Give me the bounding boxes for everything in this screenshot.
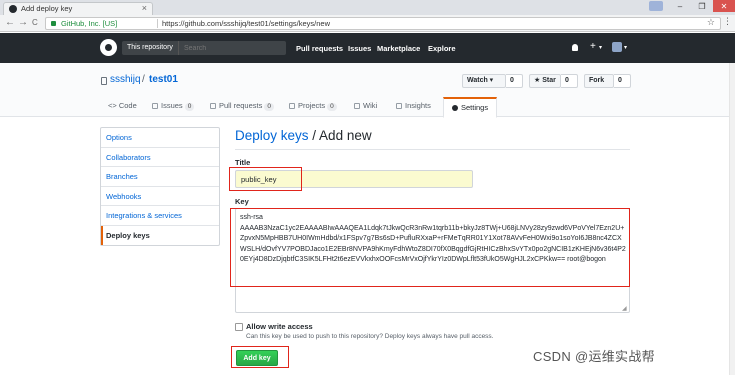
tab-projects[interactable]: Projects 0: [289, 97, 337, 117]
projects-count: 0: [327, 103, 337, 111]
pulls-count: 0: [264, 103, 274, 111]
gear-icon: [452, 105, 458, 111]
forward-icon[interactable]: →: [18, 17, 28, 28]
browser-menu-icon[interactable]: ⋮: [723, 16, 732, 27]
search-scope-label: This repository: [122, 41, 179, 55]
github-favicon-icon: [9, 5, 17, 13]
fork-count[interactable]: 0: [614, 74, 631, 88]
tab-code[interactable]: <> Code: [108, 97, 137, 117]
watermark: CSDN @运维实战帮: [533, 349, 655, 364]
tab-close-icon[interactable]: ×: [142, 3, 147, 13]
project-icon: [289, 103, 295, 109]
close-window-button[interactable]: ✕: [713, 0, 735, 12]
maximize-button[interactable]: ❐: [691, 0, 713, 12]
tab-settings-label: Settings: [461, 103, 489, 112]
annotation-highlight-key: [230, 208, 630, 287]
nav-marketplace[interactable]: Marketplace: [377, 44, 420, 53]
allow-write-label: Allow write access: [246, 322, 313, 331]
chevron-down-icon: ▾: [599, 45, 603, 51]
tab-wiki-label: Wiki: [363, 101, 378, 110]
github-logo-icon[interactable]: [100, 39, 117, 56]
tab-settings[interactable]: Settings: [443, 97, 498, 118]
search-box[interactable]: This repository: [122, 41, 286, 55]
textarea-resize-handle[interactable]: ◢: [622, 305, 627, 312]
allow-write-note: Can this key be used to push to this rep…: [246, 333, 494, 340]
repo-name-link[interactable]: test01: [149, 74, 178, 85]
breadcrumb-deploy-keys-link[interactable]: Deploy keys: [235, 128, 309, 143]
repo-owner-link[interactable]: ssshijq: [110, 74, 141, 85]
github-header: This repository Pull requests Issues Mar…: [0, 33, 735, 63]
tab-issues[interactable]: Issues 0: [152, 97, 195, 117]
notification-bell-icon[interactable]: [572, 44, 578, 51]
url-text: https://github.com/ssshijq/test01/settin…: [162, 19, 330, 28]
repo-path-separator: /: [142, 74, 145, 85]
tab-pull-requests[interactable]: Pull requests 0: [210, 97, 274, 117]
settings-sidebar: Options Collaborators Branches Webhooks …: [100, 127, 220, 246]
sidebar-item-collaborators[interactable]: Collaborators: [101, 148, 219, 167]
watch-count[interactable]: 0: [506, 74, 523, 88]
tab-projects-label: Projects: [298, 101, 326, 110]
fork-button[interactable]: Fork: [584, 74, 614, 88]
profile-icon[interactable]: [649, 1, 663, 11]
wiki-icon: [354, 103, 360, 109]
minimize-button[interactable]: –: [669, 0, 691, 12]
reload-icon[interactable]: C: [32, 18, 38, 27]
nav-pull-requests[interactable]: Pull requests: [296, 44, 343, 53]
page-scrollbar[interactable]: [729, 63, 735, 375]
back-icon[interactable]: ←: [5, 17, 15, 28]
issues-count: 0: [184, 103, 195, 111]
sidebar-item-integrations[interactable]: Integrations & services: [101, 206, 219, 226]
issue-icon: [152, 103, 158, 109]
star-button[interactable]: ★ Star: [529, 74, 561, 88]
nav-explore[interactable]: Explore: [428, 44, 456, 53]
tab-insights-label: Insights: [405, 101, 431, 110]
tab-insights[interactable]: Insights: [396, 97, 431, 117]
browser-tab-strip: Add deploy key × – ❐ ✕: [0, 0, 735, 15]
url-divider: [157, 19, 158, 28]
window-controls: – ❐ ✕: [649, 0, 735, 12]
tab-wiki[interactable]: Wiki: [354, 97, 377, 117]
chevron-down-icon: ▾: [624, 45, 628, 51]
star-count[interactable]: 0: [561, 74, 578, 88]
sidebar-item-webhooks[interactable]: Webhooks: [101, 187, 219, 206]
user-avatar[interactable]: [612, 42, 622, 52]
annotation-highlight-button: [231, 346, 289, 368]
sidebar-item-deploy-keys[interactable]: Deploy keys: [101, 225, 219, 245]
watch-button[interactable]: Watch ▾: [462, 74, 506, 88]
allow-write-checkbox[interactable]: [235, 323, 243, 331]
address-bar: ← → C GitHub, Inc. [US] https://github.c…: [0, 15, 735, 32]
tab-pulls-label: Pull requests: [219, 101, 263, 110]
lock-icon: [51, 21, 56, 26]
tab-issues-label: Issues: [161, 101, 183, 110]
pull-request-icon: [210, 103, 216, 109]
url-field[interactable]: GitHub, Inc. [US] https://github.com/sss…: [45, 17, 721, 30]
graph-icon: [396, 103, 402, 109]
bookmark-star-icon[interactable]: ☆: [707, 17, 715, 28]
repo-icon: [101, 77, 107, 85]
create-new-icon[interactable]: +: [590, 41, 596, 52]
key-label: Key: [235, 197, 249, 206]
nav-issues[interactable]: Issues: [348, 44, 371, 53]
browser-tab[interactable]: Add deploy key ×: [3, 2, 153, 15]
page-title: Deploy keys / Add new: [235, 128, 372, 143]
sidebar-item-branches[interactable]: Branches: [101, 167, 219, 187]
title-divider: [235, 149, 630, 150]
title-label: Title: [235, 158, 251, 167]
breadcrumb-current: / Add new: [308, 128, 372, 143]
secure-origin-label: GitHub, Inc. [US]: [61, 19, 118, 28]
annotation-highlight-title: [229, 167, 302, 191]
search-input[interactable]: [180, 41, 284, 55]
tab-title: Add deploy key: [21, 4, 73, 13]
sidebar-item-options[interactable]: Options: [101, 128, 219, 148]
